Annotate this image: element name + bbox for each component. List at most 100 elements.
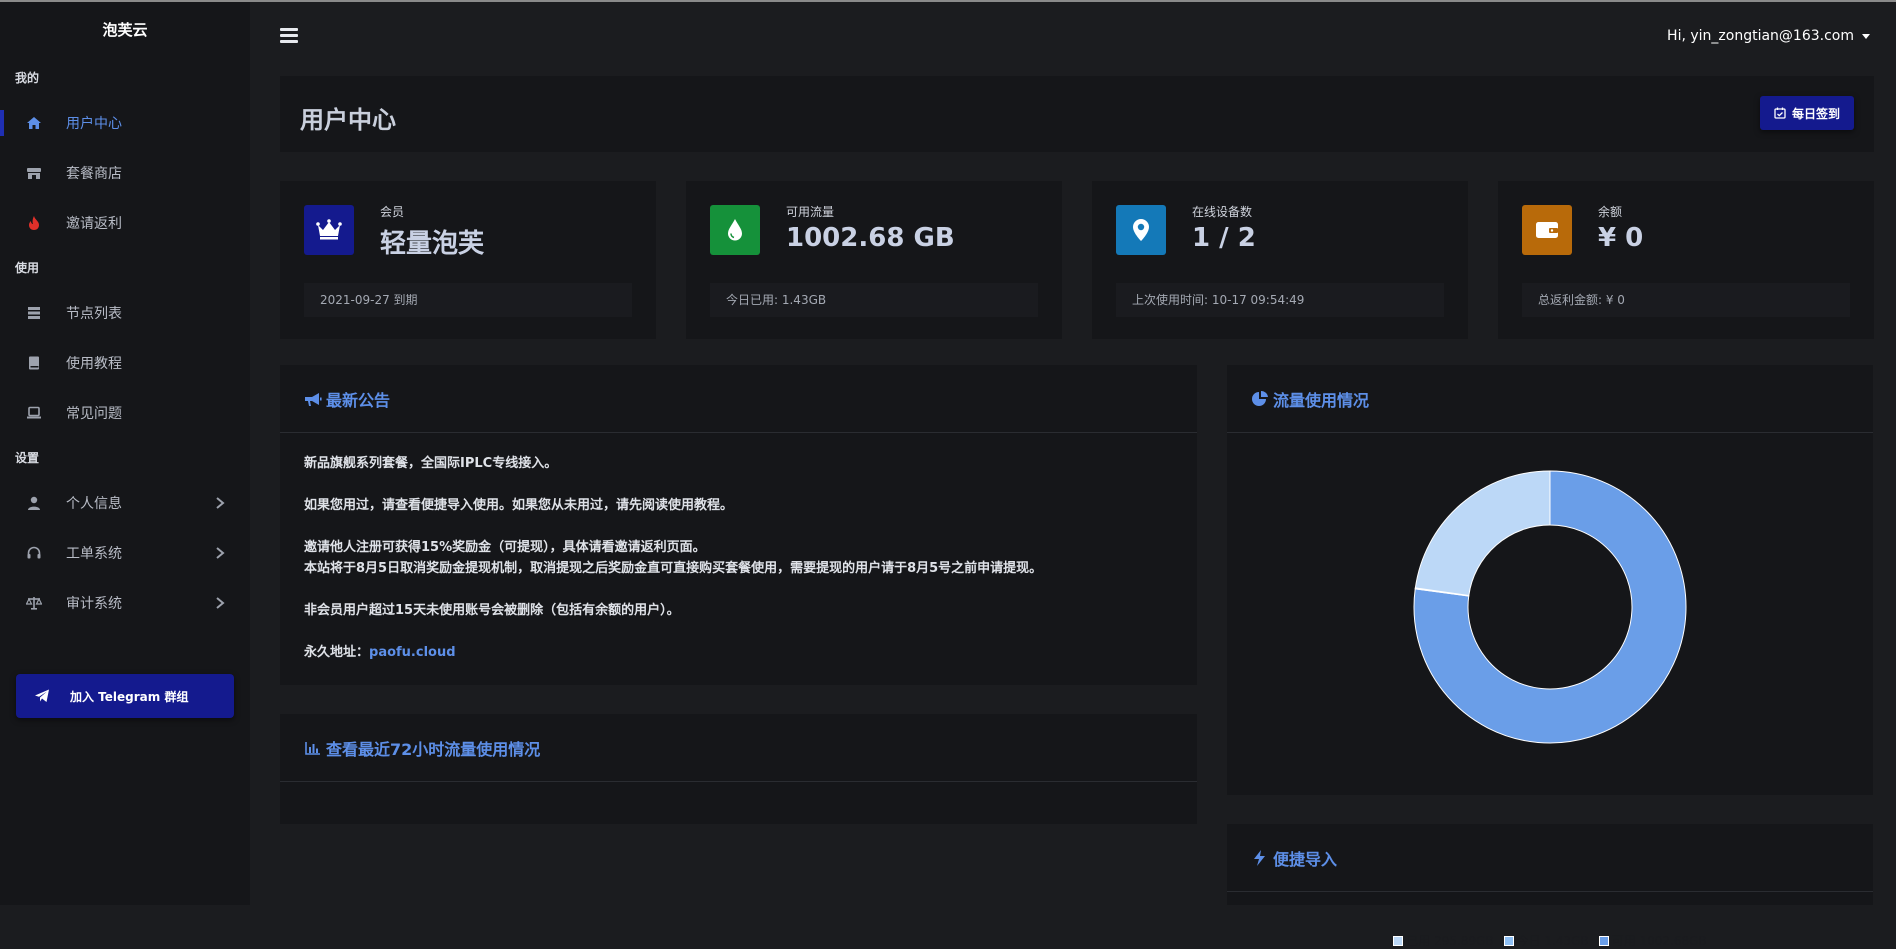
menu-toggle-icon[interactable] <box>280 28 298 44</box>
sidebar-item-user-center[interactable]: 用户中心 <box>0 98 250 148</box>
usage-card-header: 流量使用情况 <box>1227 365 1873 433</box>
chevron-right-icon <box>216 497 225 509</box>
legend-label: 可用 1002.68GB <box>1611 934 1707 948</box>
sidebar-item-tutorial[interactable]: 使用教程 <box>0 338 250 388</box>
usage-donut-chart <box>1413 470 1687 744</box>
notice-line: 新品旗舰系列套餐，全国际IPLC专线接入。 <box>304 456 558 471</box>
legend-swatch <box>1393 935 1404 946</box>
paper-plane-icon <box>32 686 52 706</box>
laptop-icon <box>24 403 44 423</box>
daily-checkin-button[interactable]: 每日签到 <box>1760 96 1854 130</box>
traffic-72h-header[interactable]: 查看最近72小时流量使用情况 <box>280 714 1197 782</box>
page-header: 用户中心 每日签到 <box>280 76 1874 152</box>
sidebar-item-profile[interactable]: 个人信息 <box>0 478 250 528</box>
sidebar-item-label: 个人信息 <box>66 496 122 512</box>
stat-label: 余额 <box>1598 205 1623 219</box>
notice-title: 最新公告 <box>326 390 391 410</box>
sidebar-item-audit[interactable]: 审计系统 <box>0 578 250 628</box>
stat-footer: 2021-09-27 到期 <box>304 283 632 317</box>
notice-line: 邀请他人注册可获得15%奖励金（可提现），具体请看邀请返利页面。 <box>304 540 706 555</box>
permanent-address-link[interactable]: paofu.cloud <box>369 645 456 660</box>
stat-footer: 今日已用: 1.43GB <box>710 283 1038 317</box>
sidebar-section-use: 使用 <box>15 261 40 275</box>
sidebar-section-settings: 设置 <box>15 451 40 465</box>
sidebar-item-label: 审计系统 <box>66 596 122 612</box>
chevron-right-icon <box>216 597 225 609</box>
legend-label: 今日 1.43GB <box>1516 934 1589 948</box>
sidebar-item-nodes[interactable]: 节点列表 <box>0 288 250 338</box>
caret-down-icon <box>1862 33 1870 39</box>
sidebar-item-label: 用户中心 <box>66 116 122 132</box>
page-title: 用户中心 <box>300 106 396 134</box>
traffic-72h-card: 查看最近72小时流量使用情况 <box>280 714 1197 824</box>
notice-line: 非会员用户超过15天未使用账号会被删除（包括有余额的用户）。 <box>304 603 680 618</box>
notice-body: 新品旗舰系列套餐，全国际IPLC专线接入。 如果您用过，请查看便捷导入使用。如果… <box>280 433 1197 683</box>
usage-legend: 已用 295.89GB 今日 1.43GB 可用 1002.68GB <box>1227 932 1873 949</box>
top-border <box>0 0 1896 2</box>
headset-icon <box>24 543 44 563</box>
notice-card: 最新公告 新品旗舰系列套餐，全国际IPLC专线接入。 如果您用过，请查看便捷导入… <box>280 365 1197 685</box>
stat-value: ¥ 0 <box>1598 223 1644 253</box>
legend-label: 已用 295.89GB <box>1406 934 1494 948</box>
water-drop-icon <box>710 205 760 255</box>
telegram-button-label: 加入 Telegram 群组 <box>70 689 189 704</box>
brand-logo[interactable]: 泡芙云 <box>0 2 250 58</box>
stat-card-traffic: 可用流量 1002.68 GB 今日已用: 1.43GB <box>686 181 1062 339</box>
quick-import-header: 便捷导入 <box>1227 824 1873 892</box>
sidebar-section-mine: 我的 <box>15 71 40 85</box>
sidebar-item-label: 常见问题 <box>66 406 122 422</box>
stat-card-devices: 在线设备数 1 / 2 上次使用时间: 10-17 09:54:49 <box>1092 181 1468 339</box>
server-list-icon <box>24 303 44 323</box>
quick-import-title: 便捷导入 <box>1273 849 1338 869</box>
stat-footer: 上次使用时间: 10-17 09:54:49 <box>1116 283 1444 317</box>
notice-address-label: 永久地址： <box>304 645 370 660</box>
stat-card-membership: 会员 轻量泡芙 2021-09-27 到期 <box>280 181 656 339</box>
home-icon <box>24 113 44 133</box>
quick-import-card: 便捷导入 <box>1227 824 1873 905</box>
sidebar-item-label: 套餐商店 <box>66 166 122 182</box>
notice-address-line: 永久地址：paofu.cloud <box>304 642 1173 663</box>
sidebar-item-invite[interactable]: 邀请返利 <box>0 198 250 248</box>
fire-icon <box>24 213 44 233</box>
user-greeting: Hi, yin_zongtian@163.com <box>1667 28 1854 44</box>
sidebar-item-faq[interactable]: 常见问题 <box>0 388 250 438</box>
legend-item-used[interactable]: 已用 295.89GB <box>1393 932 1494 949</box>
checkin-button-label: 每日签到 <box>1791 106 1840 121</box>
user-menu[interactable]: Hi, yin_zongtian@163.com <box>1667 28 1870 44</box>
stat-label: 会员 <box>380 205 405 219</box>
book-icon <box>24 353 44 373</box>
stat-value: 1 / 2 <box>1192 223 1256 253</box>
join-telegram-button[interactable]: 加入 Telegram 群组 <box>16 674 234 718</box>
sidebar: 泡芙云 我的 用户中心 套餐商店 邀请返利 使用 节点列表 使用教程 常见问题 … <box>0 2 250 905</box>
wallet-icon <box>1522 205 1572 255</box>
legend-item-available[interactable]: 可用 1002.68GB <box>1598 932 1707 949</box>
bar-chart-icon <box>305 741 320 755</box>
sidebar-item-label: 节点列表 <box>66 306 122 322</box>
calendar-check-icon <box>1774 107 1786 119</box>
donut-slice-0[interactable] <box>1414 470 1551 597</box>
usage-title: 流量使用情况 <box>1273 390 1370 410</box>
chevron-right-icon <box>216 547 225 559</box>
lightning-bolt-icon <box>1254 849 1265 866</box>
map-pin-icon <box>1116 205 1166 255</box>
store-icon <box>24 163 44 183</box>
sidebar-item-tickets[interactable]: 工单系统 <box>0 528 250 578</box>
legend-swatch <box>1598 935 1609 946</box>
crown-icon <box>304 205 354 255</box>
sidebar-item-store[interactable]: 套餐商店 <box>0 148 250 198</box>
stat-label: 可用流量 <box>786 205 835 219</box>
stat-footer: 总返利金额: ¥ 0 <box>1522 283 1850 317</box>
sidebar-item-label: 邀请返利 <box>66 216 122 232</box>
legend-swatch <box>1503 935 1514 946</box>
stat-label: 在线设备数 <box>1192 205 1253 219</box>
pie-chart-icon <box>1252 390 1268 406</box>
megaphone-icon <box>305 392 322 406</box>
notice-line: 如果您用过，请查看便捷导入使用。如果您从未用过，请先阅读使用教程。 <box>304 498 734 513</box>
sidebar-item-label: 工单系统 <box>66 546 122 562</box>
notice-card-header: 最新公告 <box>280 365 1197 433</box>
legend-item-today[interactable]: 今日 1.43GB <box>1503 932 1589 949</box>
user-icon <box>24 493 44 513</box>
notice-line: 本站将于8月5日取消奖励金提现机制，取消提现之后奖励金直可直接购买套餐使用，需要… <box>304 561 1043 576</box>
stat-value: 1002.68 GB <box>786 223 955 253</box>
balance-scale-icon <box>24 593 44 613</box>
